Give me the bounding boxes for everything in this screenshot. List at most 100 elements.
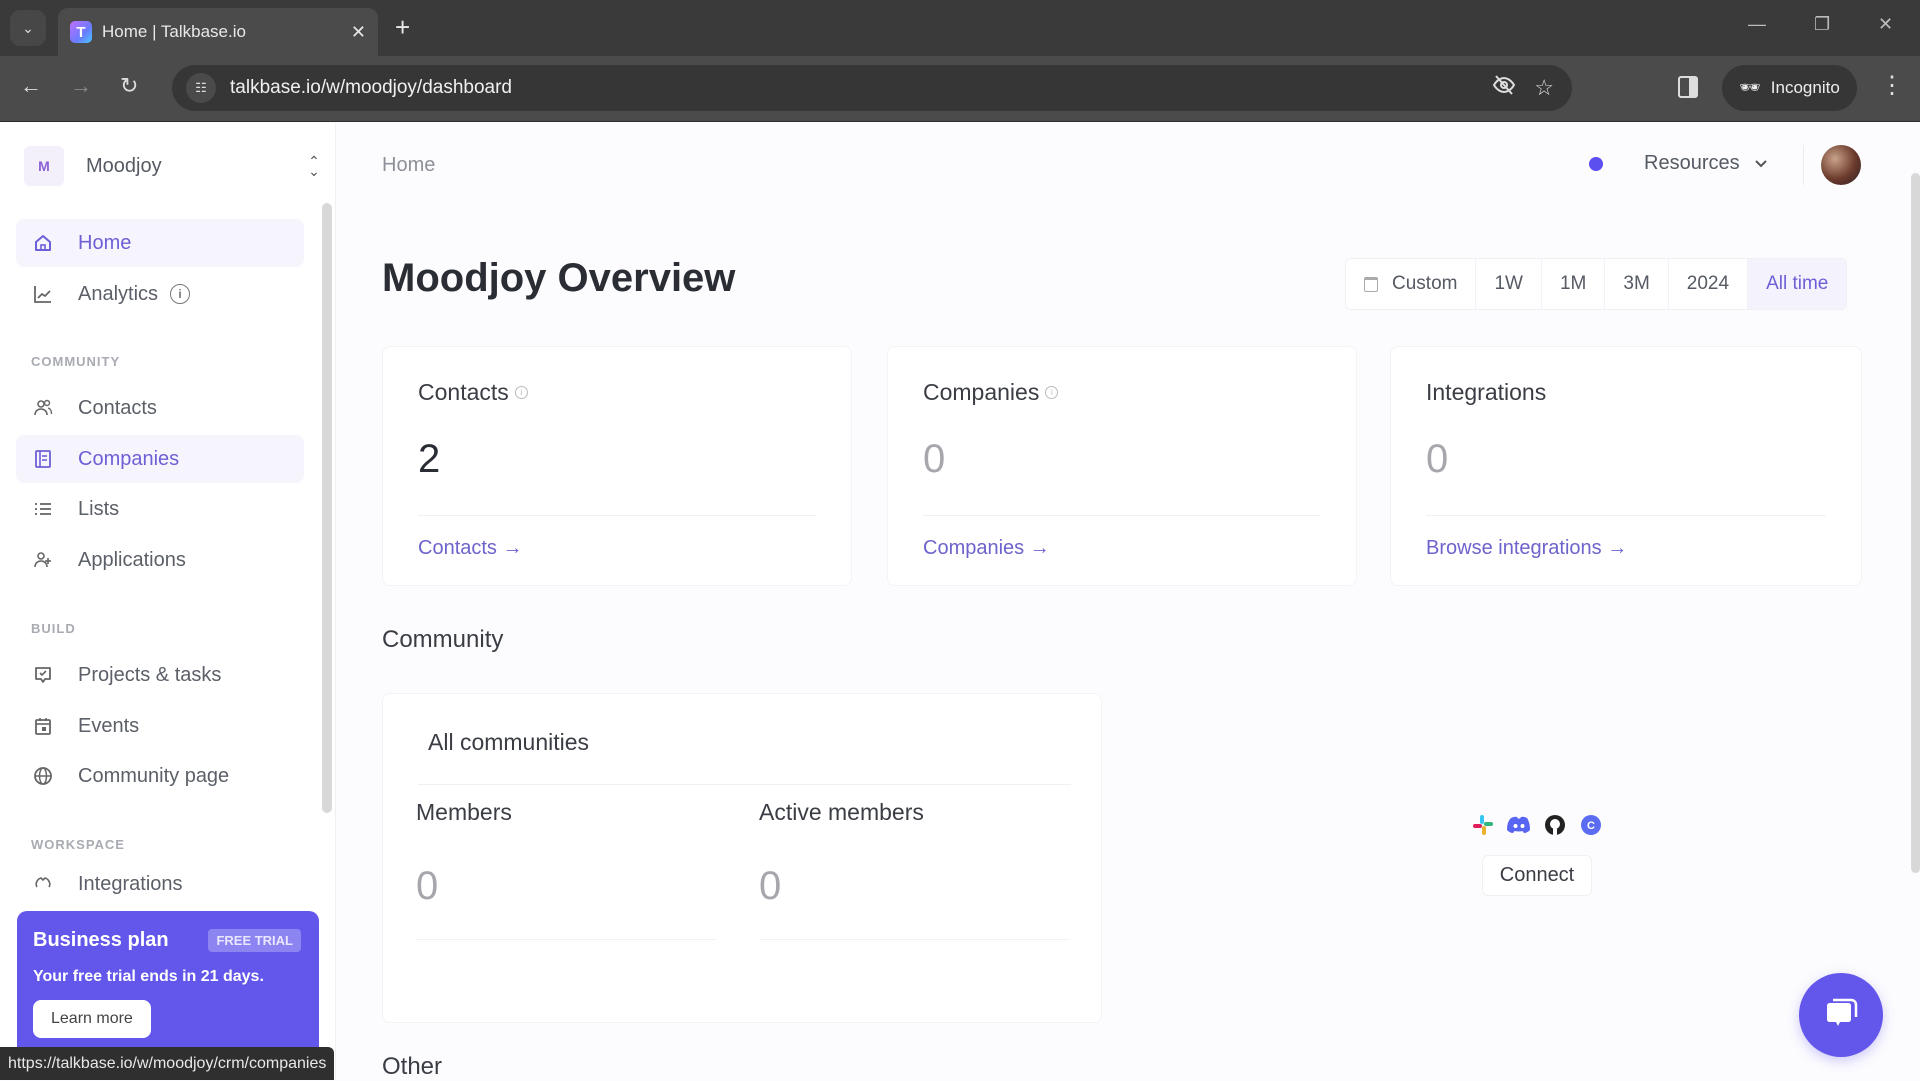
incognito-badge[interactable]: 🕶 Incognito (1722, 65, 1857, 111)
side-panel-icon[interactable] (1678, 76, 1698, 98)
info-icon[interactable]: i (170, 284, 191, 304)
active-members-label: Active members (759, 799, 924, 825)
sidebar-item-analytics[interactable]: Analytics i (16, 270, 304, 318)
tab-title: Home | Talkbase.io (102, 22, 246, 41)
back-icon[interactable]: ← (20, 74, 42, 98)
incognito-label: Incognito (1770, 78, 1840, 97)
section-label-workspace: WORKSPACE (31, 837, 125, 852)
sidebar: M Moodjoy ⌃ ⌄ Home Analytics i COMMUNITY … (0, 123, 336, 1080)
chevron-up-down-icon: ⌃ ⌄ (308, 153, 320, 179)
range-1m[interactable]: 1M (1542, 259, 1606, 309)
close-window-icon[interactable]: ✕ (1878, 14, 1893, 35)
sidebar-item-events[interactable]: Events (16, 702, 304, 750)
range-label: Custom (1392, 273, 1458, 294)
sidebar-item-integrations[interactable]: Integrations (16, 867, 304, 897)
info-icon[interactable]: i (514, 386, 528, 399)
forward-icon[interactable]: → (70, 74, 92, 98)
range-1w[interactable]: 1W (1476, 259, 1542, 309)
stat-label: Companies (923, 379, 1040, 405)
companies-link[interactable]: Companies → (923, 537, 1050, 560)
range-3m[interactable]: 3M (1605, 259, 1669, 309)
stat-label: Integrations (1426, 379, 1547, 405)
site-settings-icon[interactable]: ☷ (186, 73, 216, 103)
list-icon (32, 499, 54, 519)
tab-search-button[interactable]: ⌄ (10, 10, 46, 46)
other-section-title: Other (382, 1053, 443, 1080)
connect-button[interactable]: Connect (1482, 855, 1592, 896)
promo-subtitle: Your free trial ends in 21 days. (33, 968, 264, 985)
chevron-down-icon (1754, 152, 1768, 175)
sidebar-item-home[interactable]: Home (16, 219, 304, 267)
companies-stat-card: Companies i 0 Companies → (887, 346, 1357, 586)
connect-integrations: C Connect (1437, 813, 1637, 896)
breadcrumb[interactable]: Home (382, 154, 435, 177)
building-icon (32, 449, 54, 469)
sidebar-item-label: Home (78, 231, 132, 254)
close-tab-icon[interactable]: ✕ (351, 22, 366, 43)
section-label-build: BUILD (31, 621, 76, 636)
sidebar-item-lists[interactable]: Lists (16, 485, 304, 533)
eye-off-icon[interactable] (1492, 74, 1516, 102)
browser-tab[interactable]: T Home | Talkbase.io ✕ (58, 8, 378, 56)
restore-icon[interactable]: ❐ (1814, 14, 1830, 35)
range-all-time[interactable]: All time (1748, 259, 1847, 309)
sidebar-item-label: Companies (78, 447, 180, 470)
sidebar-item-label: Lists (78, 497, 120, 520)
stat-value: 0 (923, 437, 946, 481)
community-section-title: Community (382, 626, 504, 653)
address-bar[interactable]: ☷ talkbase.io/w/moodjoy/dashboard ☆ (172, 65, 1572, 111)
divider (416, 939, 716, 940)
calendar-icon (1364, 276, 1378, 292)
reload-icon[interactable]: ↻ (120, 74, 138, 98)
sidebar-item-applications[interactable]: Applications (16, 536, 304, 584)
sidebar-item-community-page[interactable]: Community page (16, 752, 304, 800)
section-label-community: COMMUNITY (31, 354, 121, 369)
plug-icon (32, 873, 54, 893)
browser-toolbar: ← → ↻ ☷ talkbase.io/w/moodjoy/dashboard … (0, 56, 1920, 122)
github-icon (1543, 813, 1567, 837)
new-tab-button[interactable]: + (395, 12, 410, 42)
stat-value: 0 (1426, 437, 1449, 481)
page-scrollbar[interactable] (1911, 173, 1920, 873)
members-label: Members (416, 799, 512, 825)
resources-label: Resources (1644, 152, 1740, 174)
browser-menu-icon[interactable]: ⋮ (1880, 70, 1904, 102)
sidebar-item-contacts[interactable]: Contacts (16, 384, 304, 432)
chart-line-icon (32, 284, 54, 304)
header-divider (1803, 145, 1804, 185)
sidebar-item-label: Contacts (78, 396, 157, 419)
stat-label: Contacts (418, 379, 509, 405)
resources-menu[interactable]: Resources (1644, 152, 1768, 175)
chat-bubble-icon (1823, 996, 1859, 1035)
contacts-link[interactable]: Contacts → (418, 537, 522, 560)
browse-integrations-link[interactable]: Browse integrations → (1426, 537, 1627, 560)
workspace-switcher[interactable]: M Moodjoy ⌃ ⌄ (24, 145, 324, 187)
range-2024[interactable]: 2024 (1669, 259, 1749, 309)
sidebar-item-label: Community page (78, 764, 230, 787)
svg-text:C: C (1587, 820, 1595, 832)
user-plus-icon (32, 550, 54, 570)
learn-more-button[interactable]: Learn more (33, 1000, 151, 1038)
chat-support-button[interactable] (1799, 973, 1883, 1057)
divider (759, 939, 1069, 940)
sidebar-scrollbar[interactable] (322, 203, 332, 813)
calendar-icon (32, 716, 54, 736)
status-bar-url: https://talkbase.io/w/moodjoy/crm/compan… (0, 1047, 335, 1080)
sidebar-item-companies[interactable]: Companies (16, 435, 304, 483)
minimize-icon[interactable]: — (1748, 14, 1766, 35)
range-custom[interactable]: Custom (1346, 259, 1477, 309)
talkbase-favicon-icon: T (70, 21, 92, 43)
url-text[interactable]: talkbase.io/w/moodjoy/dashboard (230, 77, 1492, 99)
info-icon[interactable]: i (1045, 386, 1059, 399)
circle-c-icon: C (1579, 813, 1603, 837)
members-value: 0 (416, 864, 439, 908)
divider (418, 515, 816, 516)
free-trial-badge: FREE TRIAL (208, 929, 301, 952)
chevron-down-icon: ⌄ (22, 19, 34, 36)
sidebar-item-projects-tasks[interactable]: Projects & tasks (16, 651, 304, 699)
date-range-selector: Custom 1W 1M 3M 2024 All time (1345, 258, 1848, 310)
contacts-stat-card: Contacts i 2 Contacts → (382, 346, 852, 586)
bookmark-star-icon[interactable]: ☆ (1534, 75, 1554, 101)
user-avatar[interactable] (1821, 145, 1861, 185)
card-title: All communities (428, 729, 590, 755)
